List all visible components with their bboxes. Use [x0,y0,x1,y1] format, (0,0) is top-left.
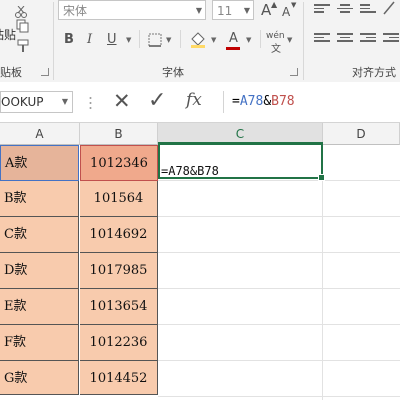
cancel-button[interactable]: ✕ [113,89,131,113]
gridline [158,216,400,217]
active-cell-content: =A78&B78 [161,164,219,178]
phonetic-char-icon: 文 [271,44,281,55]
gridline [158,324,400,325]
chevron-down-icon[interactable]: ▼ [62,92,68,112]
cell-b-row3[interactable]: 1014692 [80,217,158,253]
ribbon: 粘贴 贴板 宋体 ▼ 11 ▼ A ▲ A ▼ B I U ▼ ▼ ▼ A ▼ … [0,0,400,83]
font-launcher-icon[interactable] [290,68,298,76]
grip-icon [89,95,92,109]
fill-color-icon[interactable] [189,30,207,48]
font-family-value: 宋体 [63,4,88,18]
decrease-indent-icon[interactable] [383,33,399,45]
grow-font-button[interactable]: A [261,2,271,18]
formula-eq: = [232,94,240,109]
font-color-button[interactable]: A [229,31,238,47]
italic-button[interactable]: I [87,32,92,48]
cell-a-row7[interactable]: G款 [0,361,79,395]
cell-a-row2[interactable]: B款 [0,181,79,217]
chevron-down-icon[interactable]: ▼ [246,36,251,44]
name-box-value: OOKUP [1,95,44,109]
clipboard-group-label: 贴板 [0,66,22,79]
borders-icon[interactable] [148,32,162,47]
clipboard-launcher-icon[interactable] [41,68,49,76]
formula-ref-a: A78 [239,94,264,109]
align-left-icon[interactable] [314,33,330,45]
chevron-down-icon[interactable]: ▼ [166,36,171,44]
orientation-icon[interactable] [383,0,395,16]
grow-caret-icon: ▲ [271,0,278,9]
divider [180,30,181,48]
divider [303,2,304,80]
fill-handle[interactable] [318,174,325,181]
gridline [158,180,400,181]
enter-button[interactable]: ✓ [148,88,166,113]
cell-a-row4[interactable]: D款 [0,253,79,289]
formula-amp: & [263,94,272,109]
formula-ref-b: B78 [271,94,295,109]
underline-button[interactable]: U [107,32,117,48]
cell-a-row6[interactable]: F款 [0,325,79,361]
chevron-down-icon: ▼ [243,6,250,15]
bold-button[interactable]: B [64,32,74,48]
gridline [322,145,323,400]
font-size-dropdown[interactable]: 11 ▼ [212,0,254,20]
align-middle-icon[interactable] [337,4,353,16]
gridline [158,360,400,361]
divider [260,30,261,48]
chevron-down-icon[interactable]: ▼ [126,36,131,44]
divider [53,2,54,80]
cell-a-row5[interactable]: E款 [0,289,79,325]
shrink-caret-icon: ▼ [291,1,297,9]
chevron-down-icon: ▼ [195,6,202,15]
format-painter-icon[interactable] [16,38,32,52]
align-center-icon[interactable] [337,33,353,45]
font-group-label: 字体 [162,66,184,79]
column-header-a[interactable]: A [0,123,80,145]
alignment-group-label: 对齐方式 [352,66,396,79]
active-cell[interactable]: =A78&B78 [158,142,325,181]
divider [139,30,140,48]
copy-icon[interactable] [16,18,30,33]
cell-a-row3[interactable]: C款 [0,217,79,253]
cell-b-row6[interactable]: 1012236 [80,325,158,361]
font-size-value: 11 [217,4,233,18]
cell-a-row1[interactable]: A款 [0,145,79,181]
formula-bar: OOKUP ▼ ✕ ✓ fx =A78&B78 [0,82,400,123]
cell-b-row1[interactable]: 1012346 [80,145,158,181]
paste-label[interactable]: 粘贴 [0,26,16,43]
shrink-font-button[interactable]: A [282,4,290,20]
align-right-icon[interactable] [360,33,376,45]
name-box[interactable]: OOKUP ▼ [0,91,73,113]
align-top-icon[interactable] [314,4,330,16]
chevron-down-icon[interactable]: ▼ [287,36,292,44]
font-color-swatch [226,47,240,50]
gridline [158,252,400,253]
cell-b-row5[interactable]: 1013654 [80,289,158,325]
cell-b-row7[interactable]: 1014452 [80,361,158,395]
insert-function-button[interactable]: fx [186,90,202,110]
font-family-dropdown[interactable]: 宋体 ▼ [58,0,206,20]
gridline [158,288,400,289]
formula-input[interactable]: =A78&B78 [223,91,400,113]
gridline [158,396,400,397]
cut-icon[interactable] [14,3,28,18]
chevron-down-icon[interactable]: ▼ [211,36,216,44]
align-bottom-icon[interactable] [360,4,376,16]
column-header-b[interactable]: B [80,123,158,145]
cell-b-row4[interactable]: 1017985 [80,253,158,289]
cell-b-row2[interactable]: 101564 [80,181,158,217]
column-header-d[interactable]: D [323,123,400,145]
